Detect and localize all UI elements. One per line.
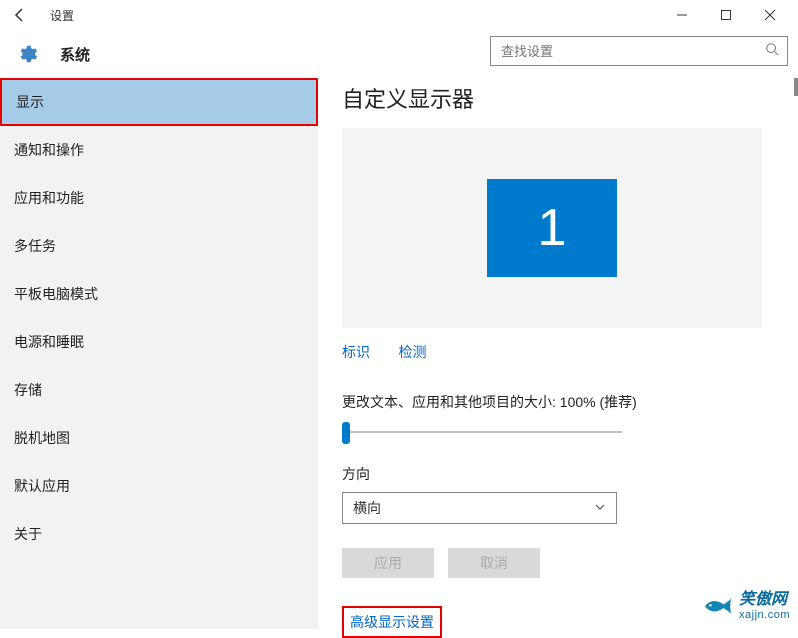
search-icon	[765, 42, 779, 61]
search-input[interactable]	[501, 44, 765, 59]
back-button[interactable]	[6, 1, 34, 29]
maximize-button[interactable]	[704, 1, 748, 29]
advanced-display-settings-link[interactable]: 高级显示设置	[342, 606, 442, 638]
display-preview[interactable]: 1	[342, 128, 762, 328]
main-panel: 自定义显示器 1 标识 检测 更改文本、应用和其他项目的大小: 100% (推荐…	[318, 78, 798, 629]
page-title: 自定义显示器	[342, 82, 778, 114]
sidebar-item-label: 关于	[14, 524, 42, 544]
close-button[interactable]	[748, 1, 792, 29]
sidebar-item-notifications[interactable]: 通知和操作	[0, 126, 318, 174]
orientation-value: 横向	[353, 498, 381, 518]
search-box[interactable]	[490, 36, 788, 66]
apply-button[interactable]: 应用	[342, 548, 434, 578]
monitor-number: 1	[538, 198, 567, 258]
sidebar-item-label: 平板电脑模式	[14, 284, 98, 304]
sidebar-item-label: 通知和操作	[14, 140, 84, 160]
scrollbar[interactable]	[784, 78, 798, 629]
sidebar-item-offline-maps[interactable]: 脱机地图	[0, 414, 318, 462]
sidebar: 显示 通知和操作 应用和功能 多任务 平板电脑模式 电源和睡眠 存储 脱机地图 …	[0, 78, 318, 629]
sidebar-item-default-apps[interactable]: 默认应用	[0, 462, 318, 510]
minimize-button[interactable]	[660, 1, 704, 29]
watermark-text: 笑傲网	[739, 591, 790, 609]
window-title: 设置	[50, 7, 74, 24]
chevron-down-icon	[594, 500, 606, 516]
scale-slider[interactable]	[342, 422, 622, 442]
sidebar-item-display[interactable]: 显示	[0, 78, 318, 126]
sidebar-item-apps[interactable]: 应用和功能	[0, 174, 318, 222]
sidebar-item-label: 应用和功能	[14, 188, 84, 208]
sidebar-item-power[interactable]: 电源和睡眠	[0, 318, 318, 366]
slider-track	[342, 431, 622, 433]
sidebar-item-label: 电源和睡眠	[14, 332, 84, 352]
sidebar-item-multitasking[interactable]: 多任务	[0, 222, 318, 270]
sidebar-item-label: 多任务	[14, 236, 56, 256]
slider-thumb[interactable]	[342, 422, 350, 444]
identify-link[interactable]: 标识	[342, 344, 370, 360]
sidebar-item-tablet[interactable]: 平板电脑模式	[0, 270, 318, 318]
watermark: 笑傲网 xajjn.com	[703, 591, 790, 621]
cancel-button[interactable]: 取消	[448, 548, 540, 578]
scale-label: 更改文本、应用和其他项目的大小: 100% (推荐)	[342, 392, 778, 412]
sidebar-item-label: 默认应用	[14, 476, 70, 496]
fish-icon	[703, 595, 733, 617]
sidebar-item-label: 显示	[16, 92, 44, 112]
orientation-label: 方向	[342, 464, 778, 484]
sidebar-item-storage[interactable]: 存储	[0, 366, 318, 414]
orientation-select[interactable]: 横向	[342, 492, 617, 524]
sidebar-item-about[interactable]: 关于	[0, 510, 318, 558]
detect-link[interactable]: 检测	[398, 344, 426, 360]
gear-icon	[16, 43, 38, 65]
watermark-url: xajjn.com	[739, 609, 790, 621]
sidebar-item-label: 存储	[14, 380, 42, 400]
scroll-thumb[interactable]	[794, 78, 798, 96]
monitor-1[interactable]: 1	[487, 179, 617, 277]
sidebar-item-label: 脱机地图	[14, 428, 70, 448]
header-title: 系统	[60, 44, 90, 65]
